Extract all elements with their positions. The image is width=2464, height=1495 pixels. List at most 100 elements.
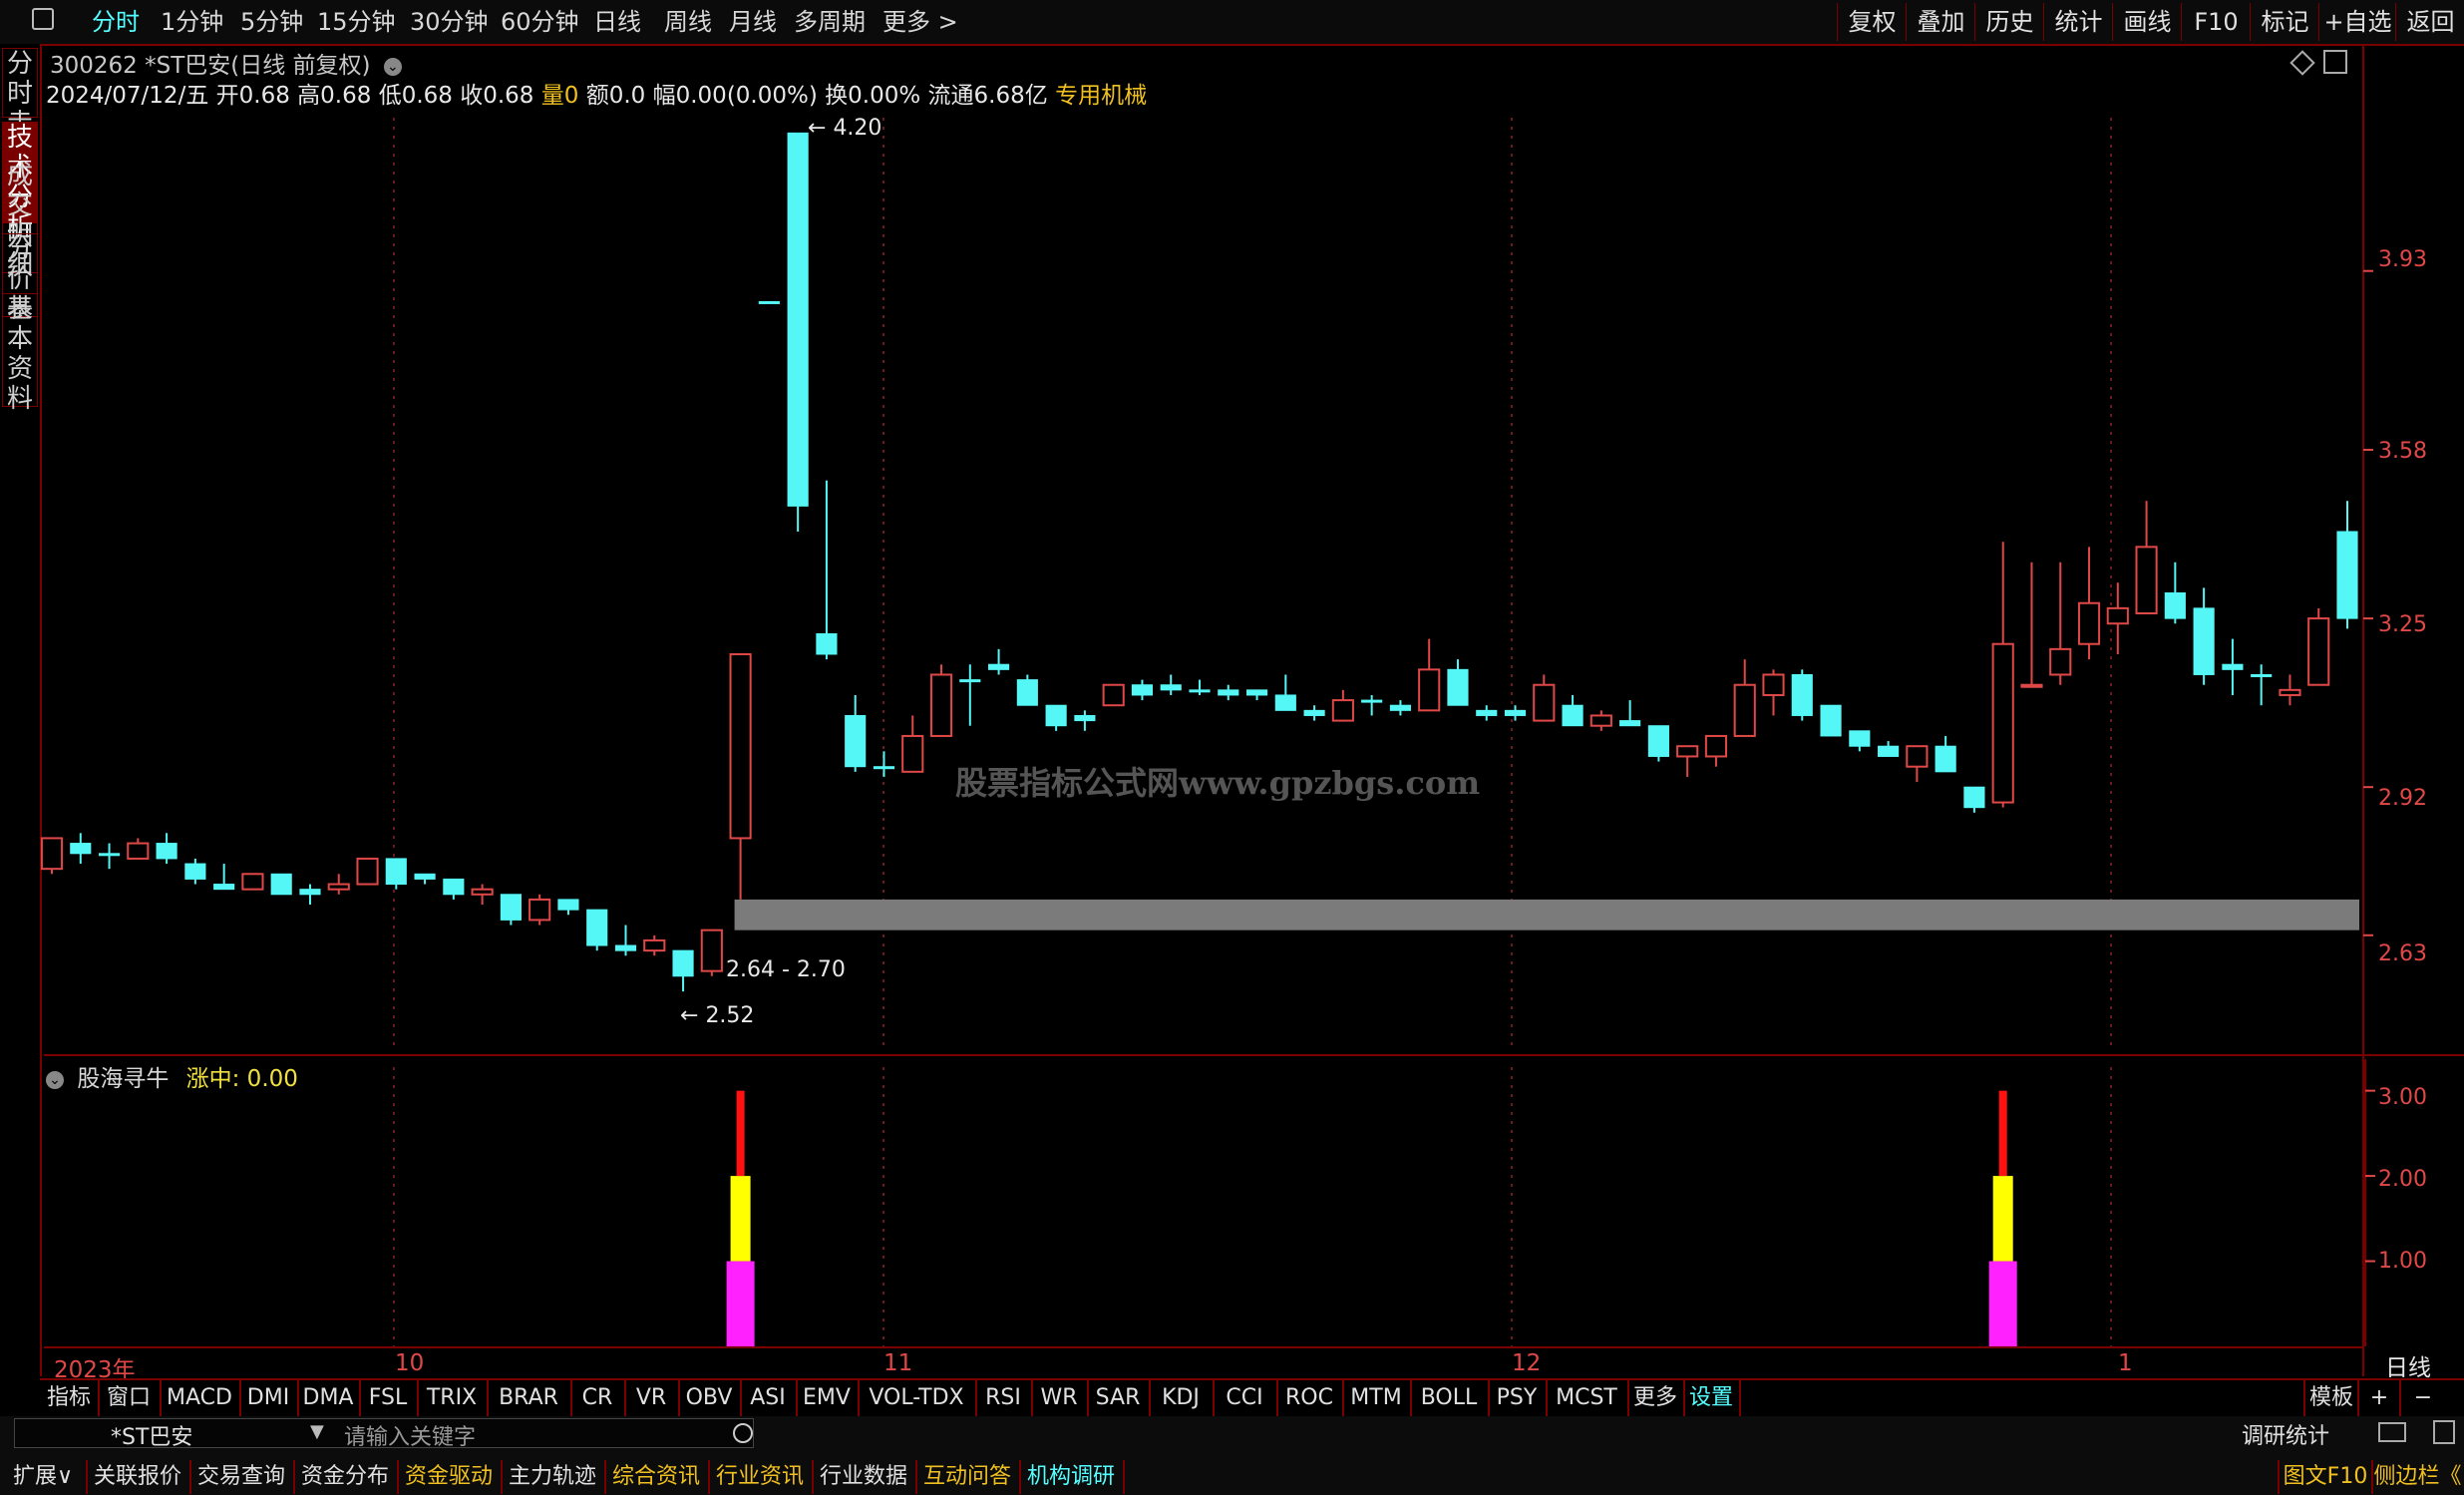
candle-body bbox=[929, 673, 953, 737]
candle-body bbox=[40, 837, 64, 871]
candle-body bbox=[2307, 617, 2330, 686]
candle-body bbox=[443, 878, 465, 896]
candle-body bbox=[1589, 714, 1612, 727]
candle-body bbox=[1418, 668, 1441, 712]
stock-search-box[interactable]: *ST巴安 ▼ 请输入关键字 bbox=[14, 1418, 754, 1451]
candle-body bbox=[873, 766, 895, 770]
minus-button[interactable]: − bbox=[2403, 1380, 2443, 1416]
indicator-name[interactable]: 股海寻牛 bbox=[77, 1066, 169, 1092]
indicator-tab-指标[interactable]: 指标 bbox=[40, 1380, 100, 1416]
candle-body bbox=[1704, 734, 1728, 758]
indicator-tab-roc[interactable]: ROC bbox=[1276, 1380, 1344, 1416]
indicator-tab-dmi[interactable]: DMI bbox=[239, 1380, 299, 1416]
price-axis-label: 3.93 bbox=[2378, 247, 2427, 272]
indicator-tab-vr[interactable]: VR bbox=[624, 1380, 680, 1416]
candle-body bbox=[1504, 709, 1527, 716]
indicator-tab-sar[interactable]: SAR bbox=[1087, 1380, 1151, 1416]
candle-body bbox=[156, 843, 177, 860]
indicator-tab-mtm[interactable]: MTM bbox=[1342, 1380, 1412, 1416]
indicator-tab-窗口[interactable]: 窗口 bbox=[98, 1380, 162, 1416]
candle-body bbox=[270, 873, 292, 896]
date-label: 11 bbox=[883, 1350, 913, 1376]
template-button[interactable]: 模板 bbox=[2303, 1380, 2359, 1416]
indicator-value: 涨中: 0.00 bbox=[185, 1066, 298, 1092]
indicator-tab-trix[interactable]: TRIX bbox=[417, 1380, 489, 1416]
panel-toggle-icon[interactable] bbox=[2433, 1420, 2455, 1444]
search-placeholder[interactable]: 请输入关键字 bbox=[344, 1419, 476, 1451]
indicator-tab-cci[interactable]: CCI bbox=[1213, 1380, 1278, 1416]
grid-icon[interactable] bbox=[2378, 1422, 2406, 1442]
bottom-panel: *ST巴安 ▼ 请输入关键字 调研统计 扩展∨ 关联报价 交易查询 资金分布 资金驱动主… bbox=[0, 1416, 2464, 1495]
watermark: 股票指标公式网www.gpzbgs.com bbox=[955, 764, 1481, 802]
indicator-tab-psy[interactable]: PSY bbox=[1488, 1380, 1548, 1416]
candle-body bbox=[1562, 704, 1584, 727]
candle-body bbox=[356, 857, 379, 886]
sidebar-toggle-tab[interactable]: 侧边栏《 bbox=[2371, 1460, 2464, 1494]
candle-body bbox=[213, 884, 235, 891]
indicator-tab-wr[interactable]: WR bbox=[1031, 1380, 1089, 1416]
search-icon[interactable] bbox=[733, 1423, 753, 1443]
candle-body bbox=[98, 853, 121, 857]
indicator-tab-boll[interactable]: BOLL bbox=[1410, 1380, 1490, 1416]
candle-body bbox=[127, 842, 150, 860]
candle-body bbox=[1991, 642, 2014, 804]
candlestick-chart[interactable] bbox=[0, 0, 2464, 1495]
candle-body bbox=[1447, 668, 1469, 706]
candle-body bbox=[528, 898, 551, 922]
period-indicator[interactable]: 日线 bbox=[2385, 1348, 2431, 1382]
chevron-down-icon[interactable]: ⌄ bbox=[46, 1070, 64, 1089]
candle-body bbox=[1878, 745, 1900, 757]
candle-body bbox=[471, 888, 494, 896]
fund-distribution-tab[interactable]: 资金分布 bbox=[293, 1460, 399, 1494]
indicator-tab-kdj[interactable]: KDJ bbox=[1149, 1380, 1215, 1416]
candle-body bbox=[414, 873, 436, 880]
indicator-tab-dma[interactable]: DMA bbox=[297, 1380, 361, 1416]
candle-body bbox=[2077, 601, 2101, 645]
candle-body bbox=[1189, 689, 1211, 693]
indicator-title-line: ⌄ 股海寻牛 涨中: 0.00 bbox=[46, 1059, 298, 1093]
indicator-tab-emv[interactable]: EMV bbox=[796, 1380, 860, 1416]
indicator-tab-rsi[interactable]: RSI bbox=[975, 1380, 1033, 1416]
industry-data-tab[interactable]: 行业数据 bbox=[812, 1460, 917, 1494]
fund-driver-tab[interactable]: 资金驱动 bbox=[397, 1460, 503, 1494]
candle-body bbox=[901, 734, 924, 773]
price-axis-label: 2.92 bbox=[2378, 786, 2427, 811]
indicator-tab-fsl[interactable]: FSL bbox=[359, 1380, 419, 1416]
candle-body bbox=[959, 679, 981, 683]
news-tab[interactable]: 综合资讯 bbox=[604, 1460, 710, 1494]
candle-body bbox=[1820, 704, 1842, 737]
indicator-tab-cr[interactable]: CR bbox=[570, 1380, 626, 1416]
qa-tab[interactable]: 互动问答 bbox=[915, 1460, 1021, 1494]
candle-body bbox=[1963, 786, 1985, 809]
candle-body bbox=[1791, 673, 1813, 716]
research-stats-label[interactable]: 调研统计 bbox=[2242, 1418, 2329, 1450]
trade-query-tab[interactable]: 交易查询 bbox=[189, 1460, 295, 1494]
candle-body bbox=[758, 300, 780, 304]
indicator-tab-更多[interactable]: 更多 bbox=[1627, 1380, 1685, 1416]
expand-tab[interactable]: 扩展∨ bbox=[0, 1460, 88, 1494]
related-quotes-tab[interactable]: 关联报价 bbox=[86, 1460, 191, 1494]
date-label: 10 bbox=[395, 1350, 425, 1376]
candle-body bbox=[988, 663, 1010, 670]
gap-range-annotation: 2.64 - 2.70 bbox=[726, 957, 846, 982]
add-indicator-button[interactable]: + bbox=[2359, 1380, 2401, 1416]
candle-body bbox=[672, 949, 694, 977]
candle-body bbox=[1619, 720, 1641, 727]
candle-body bbox=[385, 858, 407, 886]
indicator-tab-brar[interactable]: BRAR bbox=[487, 1380, 572, 1416]
dropdown-arrow-icon[interactable]: ▼ bbox=[310, 1421, 324, 1442]
signal-bar-level-3 bbox=[1998, 1090, 2007, 1177]
graphic-f10-tab[interactable]: 图文F10 bbox=[2278, 1460, 2373, 1494]
indicator-tab-设置[interactable]: 设置 bbox=[1683, 1380, 1741, 1416]
indicator-tab-macd[interactable]: MACD bbox=[160, 1380, 241, 1416]
indicator-tab-mcst[interactable]: MCST bbox=[1546, 1380, 1629, 1416]
main-force-track-tab[interactable]: 主力轨迹 bbox=[501, 1460, 606, 1494]
indicator-tab-vol-tdx[interactable]: VOL-TDX bbox=[858, 1380, 977, 1416]
indicator-tab-asi[interactable]: ASI bbox=[740, 1380, 798, 1416]
institution-research-tab[interactable]: 机构调研 bbox=[1019, 1460, 1125, 1494]
high-price-value: 4.20 bbox=[833, 116, 882, 141]
industry-news-tab[interactable]: 行业资讯 bbox=[708, 1460, 814, 1494]
candle-body bbox=[1245, 689, 1268, 696]
candle-body bbox=[70, 843, 92, 855]
indicator-tab-obv[interactable]: OBV bbox=[678, 1380, 742, 1416]
